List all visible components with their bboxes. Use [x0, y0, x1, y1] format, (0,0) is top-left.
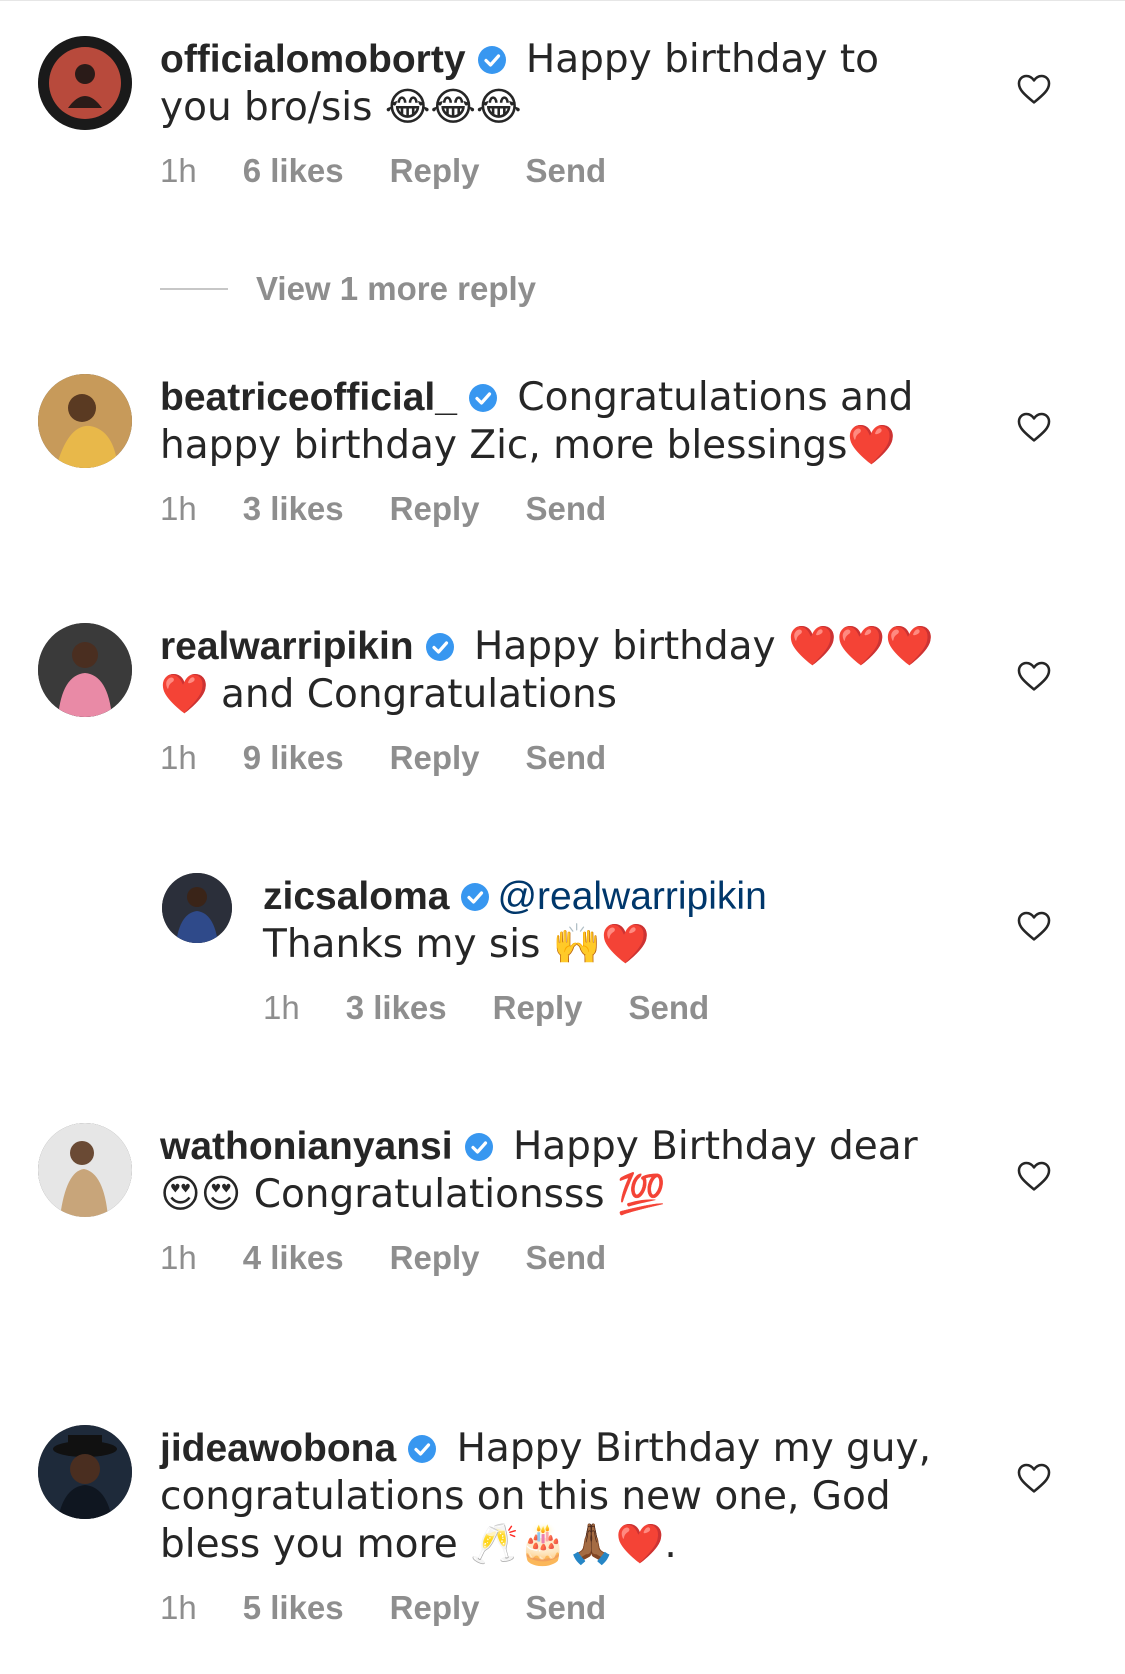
comment-username[interactable]: zicsaloma: [263, 875, 449, 918]
heart-outline-icon[interactable]: [1015, 907, 1053, 945]
likes-count[interactable]: 6 likes: [243, 152, 344, 189]
send-button[interactable]: Send: [526, 1589, 607, 1626]
comment-time: 1h: [160, 1589, 197, 1626]
heart-outline-icon[interactable]: [1015, 657, 1053, 695]
avatar[interactable]: [38, 623, 132, 717]
comment-text: officialomoborty Happy birthday to you b…: [160, 36, 950, 132]
comment-time: 1h: [160, 1239, 197, 1276]
comment-time: 1h: [160, 152, 197, 189]
likes-count[interactable]: 9 likes: [243, 739, 344, 776]
reply-button[interactable]: Reply: [390, 1589, 480, 1626]
likes-count[interactable]: 3 likes: [346, 989, 447, 1026]
verified-badge-icon: [476, 44, 508, 76]
comment-meta: 1h 6 likes Reply Send: [160, 152, 950, 190]
comment-text: beatriceofficial_ Congratulations and ha…: [160, 374, 950, 470]
comment-meta: 1h 5 likes Reply Send: [160, 1589, 950, 1627]
reply-button[interactable]: Reply: [390, 490, 480, 527]
heart-outline-icon[interactable]: [1015, 1157, 1053, 1195]
send-button[interactable]: Send: [526, 1239, 607, 1276]
send-button[interactable]: Send: [526, 739, 607, 776]
comment-time: 1h: [263, 989, 300, 1026]
avatar[interactable]: [38, 374, 132, 468]
mention-link[interactable]: @realwarripikin: [497, 875, 766, 918]
heart-outline-icon[interactable]: [1015, 70, 1053, 108]
comment-time: 1h: [160, 490, 197, 527]
reply-button[interactable]: Reply: [390, 739, 480, 776]
verified-badge-icon: [424, 631, 456, 663]
heart-outline-icon[interactable]: [1015, 408, 1053, 446]
send-button[interactable]: Send: [526, 490, 607, 527]
avatar[interactable]: [162, 873, 232, 943]
avatar[interactable]: [38, 1123, 132, 1217]
view-more-replies-button[interactable]: View 1 more reply: [160, 270, 536, 308]
send-button[interactable]: Send: [629, 989, 710, 1026]
avatar[interactable]: [38, 1425, 132, 1519]
comment-text: wathonianyansi Happy Birthday dear 😍😍 Co…: [160, 1123, 950, 1219]
comment-meta: 1h 3 likes Reply Send: [160, 490, 950, 528]
comment-username[interactable]: officialomoborty: [160, 38, 466, 81]
comment-username[interactable]: beatriceofficial_: [160, 376, 457, 419]
view-more-label: View 1 more reply: [256, 270, 537, 307]
comment-text: realwarripikin Happy birthday ❤️❤️❤️❤️ a…: [160, 623, 950, 719]
comment-meta: 1h 4 likes Reply Send: [160, 1239, 950, 1277]
comment-body: Thanks my sis 🙌❤️: [263, 922, 650, 967]
comment-meta: 1h 9 likes Reply Send: [160, 739, 950, 777]
verified-badge-icon: [459, 881, 491, 913]
avatar[interactable]: [38, 36, 132, 130]
verified-badge-icon: [463, 1131, 495, 1163]
likes-count[interactable]: 3 likes: [243, 490, 344, 527]
comment-username[interactable]: wathonianyansi: [160, 1125, 453, 1168]
likes-count[interactable]: 4 likes: [243, 1239, 344, 1276]
reply-button[interactable]: Reply: [390, 152, 480, 189]
comment-time: 1h: [160, 739, 197, 776]
comment-text: zicsaloma @realwarripikin Thanks my sis 🙌…: [263, 873, 1053, 969]
verified-badge-icon: [467, 382, 499, 414]
verified-badge-icon: [406, 1433, 438, 1465]
comment-username[interactable]: jideawobona: [160, 1427, 396, 1470]
reply-button[interactable]: Reply: [390, 1239, 480, 1276]
top-divider: [0, 0, 1125, 1]
likes-count[interactable]: 5 likes: [243, 1589, 344, 1626]
comment-meta: 1h 3 likes Reply Send: [263, 989, 1053, 1027]
send-button[interactable]: Send: [526, 152, 607, 189]
heart-outline-icon[interactable]: [1015, 1459, 1053, 1497]
comment-username[interactable]: realwarripikin: [160, 625, 414, 668]
comment-text: jideawobona Happy Birthday my guy, congr…: [160, 1425, 950, 1569]
divider-line: [160, 288, 228, 290]
reply-button[interactable]: Reply: [493, 989, 583, 1026]
